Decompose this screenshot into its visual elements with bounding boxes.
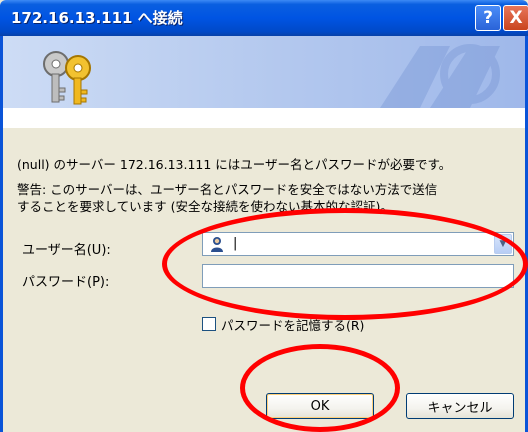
cancel-button[interactable]: キャンセル xyxy=(406,393,514,419)
highlight-ellipse-credentials xyxy=(162,208,528,320)
title-bar[interactable]: 172.16.13.111 へ接続 ? X xyxy=(0,0,528,36)
banner-background-graphic xyxy=(380,44,500,108)
remember-password-checkbox[interactable] xyxy=(202,317,216,331)
highlight-ellipse-ok xyxy=(240,344,400,432)
header-banner-strip xyxy=(3,108,525,128)
auth-message: (null) のサーバー 172.16.13.111 にはユーザー名とパスワード… xyxy=(17,157,452,172)
close-button[interactable]: X xyxy=(503,5,528,31)
keys-icon xyxy=(43,51,91,105)
username-label: ユーザー名(U): xyxy=(22,243,111,258)
window-title: 172.16.13.111 へ接続 xyxy=(11,9,183,27)
password-label: パスワード(P): xyxy=(22,275,110,290)
help-button[interactable]: ? xyxy=(475,5,501,31)
